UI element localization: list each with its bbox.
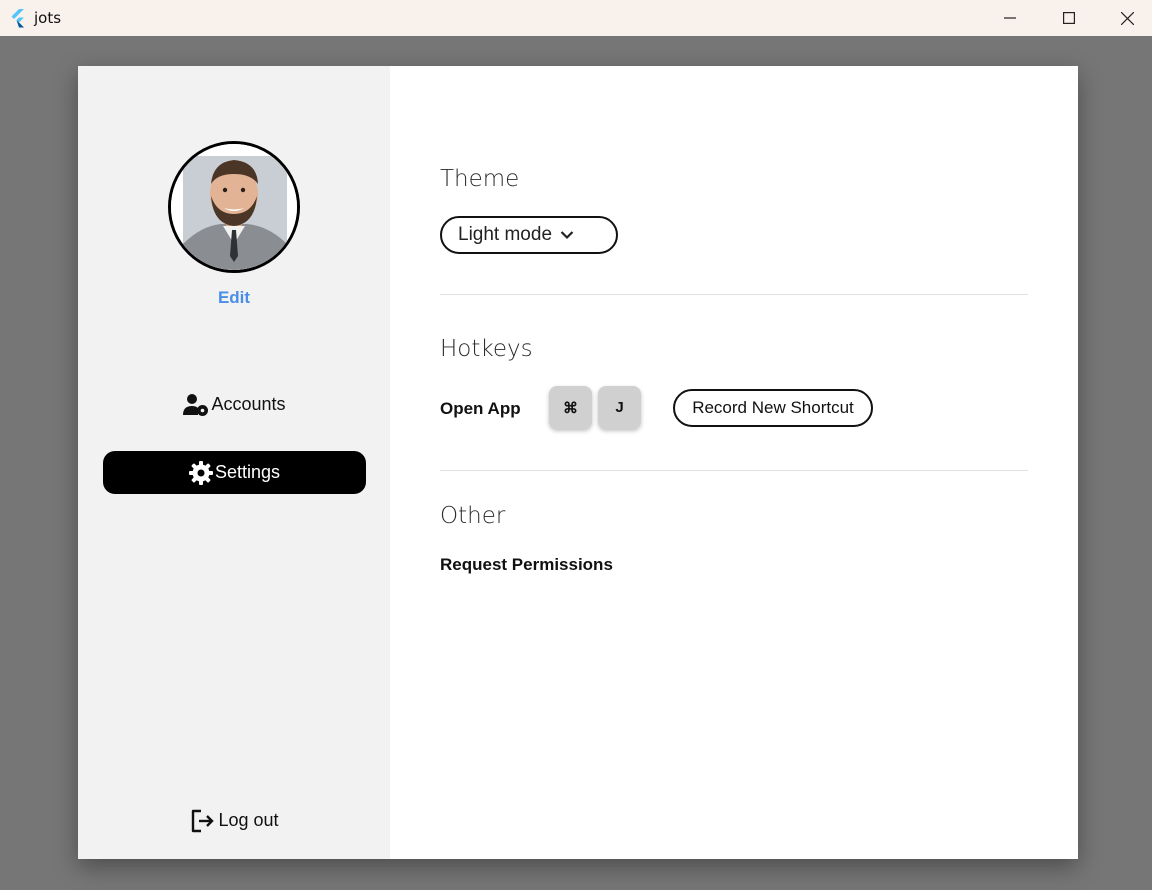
hotkey-j-key: J xyxy=(598,386,641,429)
logout-label: Log out xyxy=(218,810,279,830)
maximize-button[interactable] xyxy=(1040,0,1098,36)
other-section-title: Other xyxy=(440,503,506,529)
sidebar-item-accounts[interactable]: Accounts xyxy=(103,383,366,426)
minimize-icon xyxy=(1004,17,1016,19)
sidebar-item-settings[interactable]: Settings xyxy=(103,451,366,494)
close-icon xyxy=(1120,11,1134,25)
settings-content: Theme Light mode Hotkeys Open App ⌘ J Re… xyxy=(440,66,1028,859)
theme-section-title: Theme xyxy=(440,166,520,192)
section-divider xyxy=(440,294,1028,295)
record-shortcut-button[interactable]: Record New Shortcut xyxy=(673,389,873,427)
logout-button[interactable]: Log out xyxy=(103,799,366,842)
maximize-icon xyxy=(1063,12,1075,24)
window-title: jots xyxy=(34,9,62,27)
sidebar-item-label: Settings xyxy=(214,462,281,482)
section-divider xyxy=(440,470,1028,471)
sidebar: Edit Accounts Settings Log out xyxy=(78,66,390,859)
gear-icon xyxy=(188,460,213,485)
request-permissions-button[interactable]: Request Permissions xyxy=(440,555,613,575)
settings-dialog: Edit Accounts Settings Log out Theme Lig… xyxy=(78,66,1078,859)
minimize-button[interactable] xyxy=(981,0,1039,36)
hotkeys-section-title: Hotkeys xyxy=(440,336,533,362)
open-app-label: Open App xyxy=(440,399,521,418)
avatar xyxy=(168,141,300,273)
chevron-down-icon xyxy=(560,231,574,240)
user-gear-icon xyxy=(183,393,209,416)
flutter-logo-icon xyxy=(11,9,24,28)
hotkey-cmd-key: ⌘ xyxy=(549,386,592,429)
theme-dropdown[interactable]: Light mode xyxy=(440,216,618,254)
edit-avatar-link[interactable]: Edit xyxy=(78,288,390,308)
title-bar: jots xyxy=(0,0,1152,36)
theme-selected-value: Light mode xyxy=(458,224,553,245)
close-button[interactable] xyxy=(1098,0,1152,36)
profile-photo xyxy=(171,144,297,270)
sidebar-item-label: Accounts xyxy=(211,394,286,414)
logout-icon xyxy=(192,809,215,832)
